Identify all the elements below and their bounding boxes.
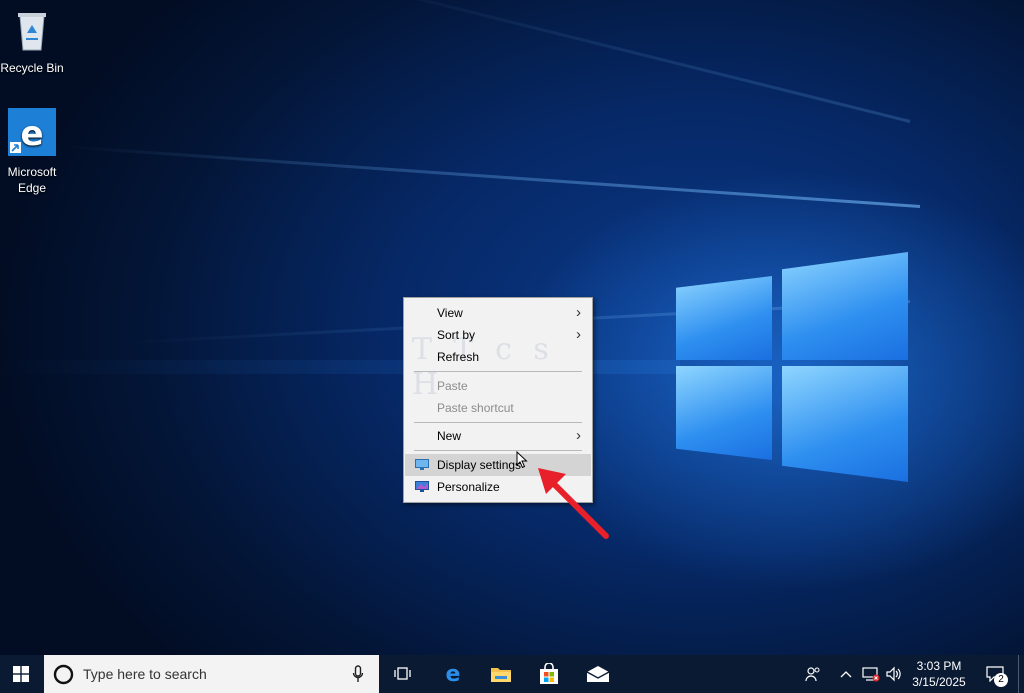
taskbar: Type here to search e 3:03 PM 3/15/2025 …	[0, 655, 1024, 693]
desktop-icon-label: Microsoft Edge	[7, 165, 57, 195]
svg-text:e: e	[446, 663, 461, 685]
action-center-button[interactable]: 2	[980, 655, 1010, 693]
menu-item-label: Paste shortcut	[437, 401, 514, 415]
microphone-icon[interactable]	[352, 665, 364, 683]
chevron-right-icon: ›	[576, 427, 581, 444]
taskbar-edge-button[interactable]: e	[433, 655, 473, 693]
recycle-bin-icon	[18, 13, 46, 51]
logo-pane	[676, 276, 772, 360]
wallpaper-beam	[317, 0, 911, 123]
menu-item-view[interactable]: View ›	[405, 302, 591, 324]
menu-item-label: Refresh	[437, 350, 480, 364]
network-disconnected-icon	[862, 667, 880, 682]
volume-button[interactable]	[883, 655, 905, 693]
menu-item-new[interactable]: New ›	[405, 425, 591, 447]
recycle-bin-shortcut[interactable]: Recycle Bin	[0, 8, 64, 76]
edge-shortcut[interactable]: e Microsoft Edge	[0, 108, 64, 196]
taskbar-store-button[interactable]	[529, 655, 569, 693]
menu-item-label: Paste	[437, 379, 468, 393]
windows-start-icon	[13, 666, 29, 682]
menu-separator	[414, 422, 582, 423]
menu-separator	[414, 371, 582, 372]
network-button[interactable]	[860, 655, 882, 693]
start-button[interactable]	[0, 655, 42, 693]
svg-text:e: e	[20, 114, 43, 154]
people-icon	[805, 667, 820, 682]
chevron-right-icon: ›	[576, 326, 581, 343]
desktop[interactable]: Recycle Bin e Microsoft Edge T T c s H V…	[0, 0, 1024, 655]
cortana-icon	[53, 664, 74, 685]
speaker-icon	[886, 666, 901, 682]
taskbar-file-explorer-button[interactable]	[481, 655, 521, 693]
logo-pane	[782, 252, 908, 360]
personalize-icon	[415, 481, 429, 492]
wallpaper-beam	[61, 145, 921, 208]
menu-item-label: New	[437, 429, 462, 443]
menu-item-label: Sort by	[437, 328, 476, 342]
show-hidden-icons-button[interactable]	[836, 655, 856, 693]
mouse-cursor-icon	[516, 451, 528, 469]
clock[interactable]: 3:03 PM 3/15/2025	[906, 655, 972, 693]
menu-item-label: Personalize	[437, 480, 500, 494]
windows-logo-wallpaper	[672, 244, 912, 484]
search-placeholder: Type here to search	[83, 666, 207, 682]
menu-item-paste[interactable]: Paste	[405, 375, 591, 397]
task-view-button[interactable]	[385, 655, 421, 693]
menu-item-label: View	[437, 306, 463, 320]
people-button[interactable]	[800, 655, 826, 693]
menu-item-paste-shortcut[interactable]: Paste shortcut	[405, 397, 591, 419]
mail-icon	[586, 666, 610, 682]
edge-icon: e	[8, 108, 56, 156]
menu-item-label: Display settings	[437, 458, 522, 472]
show-desktop-button[interactable]	[1018, 655, 1019, 693]
store-icon	[540, 663, 558, 684]
task-view-icon	[394, 667, 411, 680]
display-icon	[415, 459, 429, 470]
taskbar-search-box[interactable]: Type here to search	[44, 655, 379, 693]
taskbar-mail-button[interactable]	[578, 655, 618, 693]
notification-count-badge: 2	[994, 673, 1008, 687]
menu-separator	[414, 450, 582, 451]
file-explorer-icon	[491, 668, 511, 682]
clock-time: 3:03 PM	[916, 659, 962, 673]
edge-icon: e	[446, 663, 461, 685]
desktop-icon-label: Recycle Bin	[0, 61, 64, 75]
chevron-right-icon: ›	[576, 304, 581, 321]
menu-item-refresh[interactable]: Refresh	[405, 346, 591, 368]
logo-pane	[676, 366, 772, 460]
menu-item-sort-by[interactable]: Sort by ›	[405, 324, 591, 346]
annotation-arrow-icon	[538, 468, 609, 539]
chevron-up-icon	[840, 671, 852, 678]
clock-date: 3/15/2025	[912, 675, 966, 689]
logo-pane	[782, 366, 908, 482]
